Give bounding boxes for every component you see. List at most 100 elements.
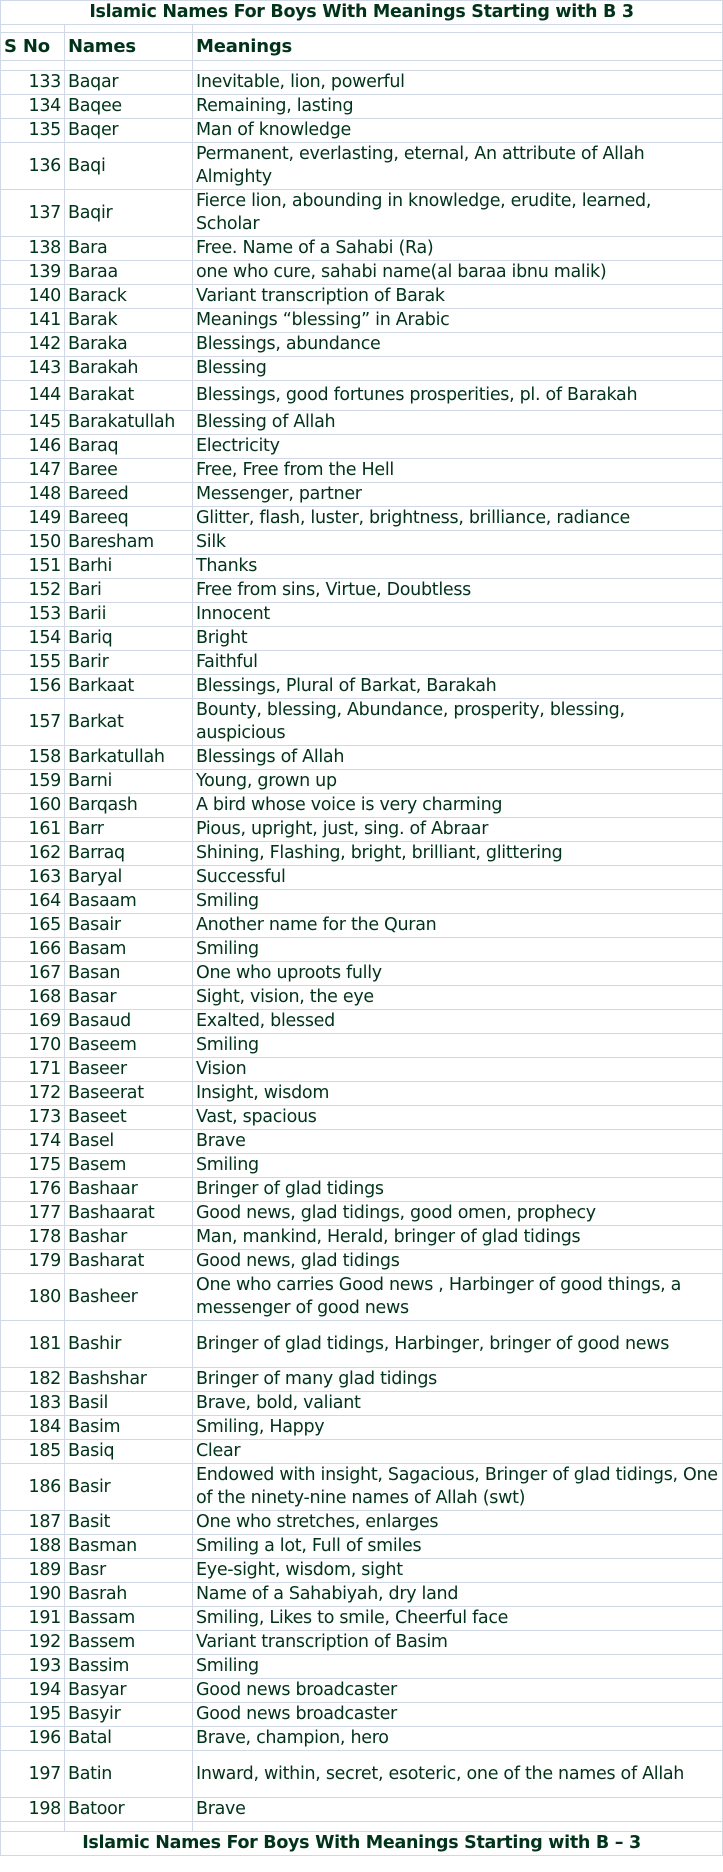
table-row: 178 Bashar Man, mankind, Herald, bringer o… xyxy=(0,1225,723,1250)
row-name: Basr xyxy=(64,1558,193,1583)
row-name: Basir xyxy=(64,1463,193,1511)
row-meaning: Another name for the Quran xyxy=(191,913,723,938)
row-sno: 193 xyxy=(0,1654,65,1679)
table-row: 188 Basman Smiling a lot, Full of smiles xyxy=(0,1534,723,1559)
row-sno: 161 xyxy=(0,817,65,842)
row-sno: 141 xyxy=(0,308,65,333)
row-sno: 173 xyxy=(0,1105,65,1130)
empty-cell xyxy=(0,24,65,33)
row-sno: 185 xyxy=(0,1439,65,1464)
row-sno: 175 xyxy=(0,1153,65,1178)
row-meaning: Clear xyxy=(191,1439,723,1464)
row-sno: 135 xyxy=(0,118,65,143)
row-name: Barni xyxy=(64,769,193,794)
row-sno: 188 xyxy=(0,1534,65,1559)
row-name: Baryal xyxy=(64,865,193,890)
row-sno: 153 xyxy=(0,602,65,627)
table-row: 191 Bassam Smiling, Likes to smile, Cheerf… xyxy=(0,1606,723,1631)
row-meaning: Blessings, good fortunes prosperities, p… xyxy=(191,380,723,411)
row-meaning: Bringer of many glad tidings xyxy=(191,1367,723,1392)
row-name: Basaud xyxy=(64,1009,193,1034)
row-meaning: Meanings “blessing” in Arabic xyxy=(191,308,723,333)
header-meaning: Meanings xyxy=(191,32,723,61)
row-sno: 155 xyxy=(0,650,65,675)
row-name: Basem xyxy=(64,1153,193,1178)
row-sno: 195 xyxy=(0,1702,65,1727)
row-name: Basim xyxy=(64,1415,193,1440)
row-sno: 190 xyxy=(0,1582,65,1607)
row-meaning: One who stretches, enlarges xyxy=(191,1510,723,1535)
table-row: 156 Barkaat Blessings, Plural of Barkat, B… xyxy=(0,674,723,699)
row-meaning: Silk xyxy=(191,530,723,555)
row-meaning: Blessings, abundance xyxy=(191,332,723,357)
row-name: Batoor xyxy=(64,1797,193,1822)
header-sno: S No xyxy=(0,32,65,61)
table-row: 198 Batoor Brave xyxy=(0,1797,723,1822)
title-row: Islamic Names For Boys With Meanings Sta… xyxy=(0,0,723,25)
row-name: Bashar xyxy=(64,1225,193,1250)
row-sno: 196 xyxy=(0,1726,65,1751)
row-meaning: Blessings of Allah xyxy=(191,745,723,770)
row-meaning: Variant transcription of Barak xyxy=(191,284,723,309)
row-sno: 151 xyxy=(0,554,65,579)
row-name: Baresham xyxy=(64,530,193,555)
table-footer-title: Islamic Names For Boys With Meanings Sta… xyxy=(0,1831,723,1856)
row-meaning: Free. Name of a Sahabi (Ra) xyxy=(191,236,723,261)
row-meaning: Permanent, everlasting, eternal, An attr… xyxy=(191,142,723,190)
table-row: 184 Basim Smiling, Happy xyxy=(0,1415,723,1440)
table-row: 164 Basaam Smiling xyxy=(0,889,723,914)
row-name: Baraka xyxy=(64,332,193,357)
table-row: 181 Bashir Bringer of glad tidings, Harbin… xyxy=(0,1320,723,1368)
row-sno: 167 xyxy=(0,961,65,986)
row-name: Basharat xyxy=(64,1249,193,1274)
row-sno: 137 xyxy=(0,189,65,237)
table-row: 150 Baresham Silk xyxy=(0,530,723,555)
row-meaning: One who uproots fully xyxy=(191,961,723,986)
row-meaning: Blessing of Allah xyxy=(191,410,723,435)
row-meaning: Smiling xyxy=(191,1033,723,1058)
row-name: Bari xyxy=(64,578,193,603)
row-meaning: Bright xyxy=(191,626,723,651)
row-meaning: Name of a Sahabiyah, dry land xyxy=(191,1582,723,1607)
table-row: 140 Barack Variant transcription of Barak xyxy=(0,284,723,309)
row-meaning: Brave xyxy=(191,1129,723,1154)
row-meaning: Insight, wisdom xyxy=(191,1081,723,1106)
table-row: 144 Barakat Blessings, good fortunes prosp… xyxy=(0,380,723,411)
row-meaning: one who cure, sahabi name(al baraa ibnu … xyxy=(191,260,723,285)
row-name: Batin xyxy=(64,1750,193,1798)
row-meaning: Thanks xyxy=(191,554,723,579)
row-meaning: Variant transcription of Basim xyxy=(191,1630,723,1655)
table-title: Islamic Names For Boys With Meanings Sta… xyxy=(0,0,723,25)
row-name: Barack xyxy=(64,284,193,309)
row-name: Basam xyxy=(64,937,193,962)
row-name: Bashshar xyxy=(64,1367,193,1392)
row-meaning: Smiling, Happy xyxy=(191,1415,723,1440)
table-row: 137 Baqir Fierce lion, abounding in knowle… xyxy=(0,189,723,237)
row-meaning: Electricity xyxy=(191,434,723,459)
row-sno: 180 xyxy=(0,1273,65,1321)
empty-cell xyxy=(64,1821,193,1832)
row-sno: 171 xyxy=(0,1057,65,1082)
spacer-row xyxy=(0,1821,723,1832)
row-name: Baseerat xyxy=(64,1081,193,1106)
table-row: 155 Barir Faithful xyxy=(0,650,723,675)
row-meaning: Eye-sight, wisdom, sight xyxy=(191,1558,723,1583)
row-name: Basair xyxy=(64,913,193,938)
row-sno: 184 xyxy=(0,1415,65,1440)
table-row: 180 Basheer One who carries Good news , Ha… xyxy=(0,1273,723,1321)
names-table: Islamic Names For Boys With Meanings Sta… xyxy=(0,0,723,1856)
table-row: 173 Baseet Vast, spacious xyxy=(0,1105,723,1130)
row-sno: 178 xyxy=(0,1225,65,1250)
table-row: 147 Baree Free, Free from the Hell xyxy=(0,458,723,483)
row-sno: 191 xyxy=(0,1606,65,1631)
row-name: Baraa xyxy=(64,260,193,285)
row-name: Barkatullah xyxy=(64,745,193,770)
table-row: 133 Baqar Inevitable, lion, powerful xyxy=(0,70,723,95)
row-name: Bashir xyxy=(64,1320,193,1368)
table-row: 176 Bashaar Bringer of glad tidings xyxy=(0,1177,723,1202)
row-meaning: Blessing xyxy=(191,356,723,381)
table-row: 141 Barak Meanings “blessing” in Arabic xyxy=(0,308,723,333)
spacer-row xyxy=(0,24,723,33)
row-name: Barak xyxy=(64,308,193,333)
row-meaning: Remaining, lasting xyxy=(191,94,723,119)
